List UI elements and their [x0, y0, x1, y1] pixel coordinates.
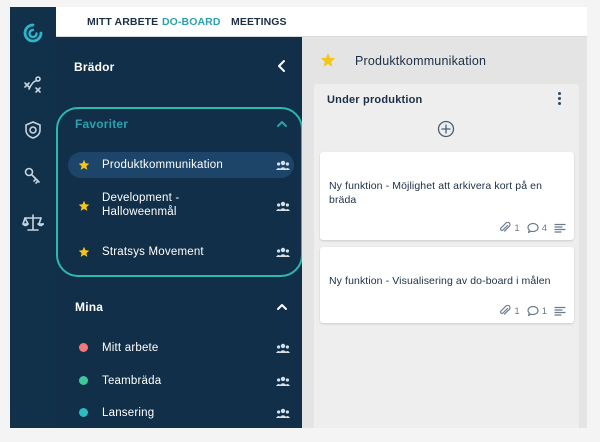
attachment-icon	[500, 222, 511, 232]
card-meta: 1 4	[499, 222, 566, 234]
nav-do-board[interactable]: DO-BOARD	[162, 16, 221, 28]
board-label: Teambräda	[102, 375, 162, 387]
users-icon	[276, 247, 290, 257]
mine-heading[interactable]: Mina	[75, 300, 103, 314]
comment-count: 4	[541, 222, 547, 234]
favorite-board-produktkommunikation[interactable]: Produktkommunikation	[68, 152, 294, 178]
attachment-count: 1	[514, 222, 520, 234]
favorite-board-label: Produktkommunikation	[102, 159, 223, 171]
description-icon	[554, 223, 566, 233]
favorite-star-icon[interactable]	[320, 52, 336, 68]
scales-icon[interactable]	[21, 211, 45, 235]
users-icon	[276, 160, 290, 170]
board-teambrada[interactable]: Teambräda	[68, 368, 294, 394]
icon-rail	[10, 7, 56, 428]
favorite-board-label-line1: Development -	[102, 192, 180, 204]
top-navigation: MITT ARBETE DO-BOARD MEETINGS	[56, 7, 587, 37]
card[interactable]: Ny funktion - Visualisering av do-board …	[320, 247, 574, 323]
card[interactable]: Ny funktion - Möjlighet att arkivera kor…	[320, 152, 574, 240]
column-menu-icon[interactable]	[557, 92, 563, 106]
board-lansering[interactable]: Lansering	[68, 400, 294, 426]
attachment-icon	[500, 305, 511, 315]
sidebar-title: Brädor	[74, 60, 115, 74]
nav-meetings[interactable]: MEETINGS	[231, 16, 287, 28]
comment-icon	[527, 305, 539, 317]
board-column: Under produktion Ny funktion - Möjlighet…	[314, 84, 579, 428]
users-icon	[276, 376, 290, 386]
shield-icon[interactable]	[21, 118, 45, 142]
favorite-board-label-line2: Halloweenmål	[102, 206, 177, 218]
favorite-board-label: Stratsys Movement	[102, 246, 204, 258]
key-icon[interactable]	[21, 164, 45, 188]
star-icon	[78, 159, 90, 170]
board-color-dot	[79, 408, 88, 417]
star-icon	[78, 246, 90, 257]
app-window: MITT ARBETE DO-BOARD MEETINGS Brädor Fav…	[10, 7, 587, 428]
column-title: Under produktion	[327, 94, 423, 106]
board-mitt-arbete[interactable]: Mitt arbete	[68, 335, 294, 361]
board-color-dot	[79, 343, 88, 352]
logo-icon[interactable]	[21, 21, 45, 45]
board-title: Produktkommunikation	[355, 54, 487, 68]
board-view: Produktkommunikation Under produktion Ny…	[302, 37, 587, 428]
comment-icon	[527, 222, 539, 234]
favorite-board-development-halloween[interactable]: Development - Halloweenmål	[68, 190, 294, 222]
card-text: Ny funktion - Möjlighet att arkivera kor…	[329, 180, 543, 206]
favorites-heading[interactable]: Favoriter	[75, 117, 128, 131]
users-icon	[276, 201, 290, 211]
card-text: Ny funktion - Visualisering av do-board …	[329, 275, 551, 287]
nav-mitt-arbete[interactable]: MITT ARBETE	[87, 16, 158, 28]
favorite-board-stratsys-movement[interactable]: Stratsys Movement	[68, 239, 294, 265]
card-meta: 1 1	[499, 305, 566, 317]
star-icon	[78, 200, 90, 211]
attachment-count: 1	[514, 305, 520, 317]
users-icon	[276, 343, 290, 353]
boards-sidebar: Brädor Favoriter Produktkommunikation De…	[56, 37, 303, 428]
add-card-icon[interactable]	[437, 120, 455, 138]
description-icon	[554, 306, 566, 316]
comment-count: 1	[541, 305, 547, 317]
chevron-up-icon[interactable]	[276, 119, 288, 129]
board-label: Mitt arbete	[102, 342, 159, 354]
chevron-up-icon[interactable]	[276, 302, 288, 312]
collapse-sidebar-icon[interactable]	[276, 59, 288, 73]
board-label: Lansering	[102, 407, 155, 419]
board-color-dot	[79, 376, 88, 385]
users-icon	[276, 408, 290, 418]
strategy-icon[interactable]	[21, 73, 45, 97]
